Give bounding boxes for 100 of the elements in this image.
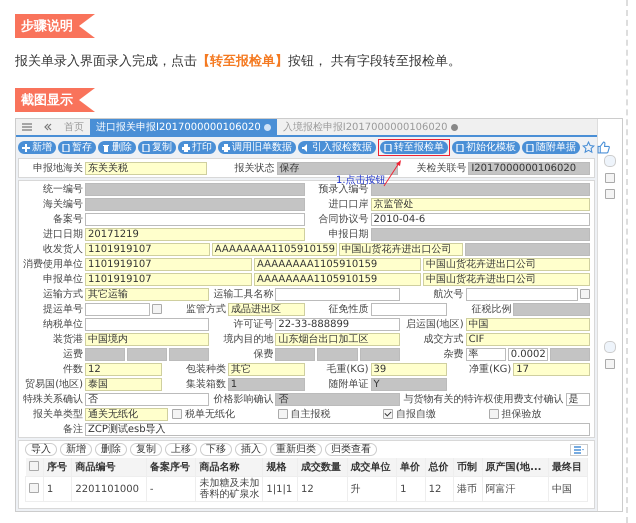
field-label: 装货港 <box>52 332 83 346</box>
column-menu-button[interactable] <box>570 444 588 456</box>
input-field[interactable]: 22-33-888899 <box>275 318 400 330</box>
table-toolbar-button[interactable]: 重新归类 <box>270 443 322 456</box>
checkbox[interactable] <box>488 409 498 419</box>
input-field[interactable] <box>550 348 590 360</box>
field-label: 报关状态 <box>234 162 275 175</box>
menu-icon[interactable] <box>22 123 32 131</box>
trash-icon <box>102 144 110 152</box>
column-header: 币制 <box>454 458 482 476</box>
field-label: 申报地海关 <box>32 162 83 175</box>
input-field[interactable]: 17 <box>513 362 590 376</box>
input-field[interactable]: 1101919107 <box>85 258 252 270</box>
input-field[interactable]: 1101919107 <box>85 242 210 256</box>
table-toolbar-button[interactable]: 删除 <box>95 443 127 456</box>
input-field[interactable]: 20171219 <box>85 228 304 240</box>
field-label: 征免性质 <box>328 302 368 316</box>
input-field[interactable] <box>169 348 210 360</box>
checkbox[interactable] <box>605 189 615 199</box>
input-field[interactable]: I2017000000106020 <box>468 162 590 174</box>
checkbox[interactable] <box>605 173 615 183</box>
checkbox[interactable] <box>605 359 615 369</box>
table-toolbar-button[interactable]: 新增 <box>60 443 92 456</box>
table-toolbar-button[interactable]: 下移 <box>200 443 232 456</box>
field-label: 监管方式 <box>184 302 226 316</box>
input-field[interactable]: 中国山货花卉进出口公司 <box>338 242 464 256</box>
close-icon[interactable] <box>264 124 271 130</box>
column-header: 备案序号 <box>146 458 196 476</box>
input-field[interactable] <box>127 348 168 360</box>
input-field[interactable] <box>85 198 304 210</box>
star-icon[interactable] <box>582 141 595 154</box>
checkbox[interactable] <box>383 409 393 419</box>
input-field[interactable] <box>360 348 400 360</box>
input-field[interactable] <box>85 302 150 316</box>
table-toolbar-button[interactable]: 插入 <box>235 443 267 456</box>
field-label: 贸易国(地区) <box>24 378 83 391</box>
column-header: 单价 <box>396 458 426 476</box>
checkbox[interactable] <box>29 482 39 492</box>
checkbox[interactable] <box>28 460 38 470</box>
field-label: 与货物有关的特许权使用费支付确认 <box>404 392 564 406</box>
input-field[interactable] <box>465 242 590 256</box>
input-field[interactable] <box>85 348 126 360</box>
table-cell: - <box>146 476 196 502</box>
input-field[interactable]: 中国山货花卉进出口公司 <box>423 258 590 270</box>
input-field[interactable] <box>370 228 590 240</box>
checkbox-label: 担保验放 <box>502 408 542 421</box>
table-toolbar-button[interactable]: 上移 <box>165 443 197 456</box>
field-label: 境内目的地 <box>222 332 274 346</box>
input-field[interactable]: AAAAAAAA1105910159 <box>254 272 421 286</box>
table-toolbar-button[interactable]: 导入 <box>25 443 57 456</box>
checkbox[interactable] <box>152 304 162 314</box>
input-field[interactable]: AAAAAAAA1105910159 <box>212 242 336 256</box>
table-cell: 1|1|1 <box>262 476 298 502</box>
input-field[interactable]: 1 <box>228 378 304 390</box>
checkbox[interactable] <box>278 409 288 419</box>
field-label: 特殊关系确认 <box>23 392 83 406</box>
close-icon[interactable] <box>450 124 458 130</box>
input-field[interactable] <box>85 182 304 196</box>
input-field[interactable]: 2010-04-6 <box>370 212 590 226</box>
input-field[interactable] <box>466 288 578 300</box>
input-field[interactable]: 是 <box>566 392 590 406</box>
input-field[interactable]: 否 <box>275 392 400 406</box>
checkbox[interactable] <box>580 289 590 299</box>
input-field[interactable] <box>370 182 590 196</box>
input-field[interactable]: 中国 <box>466 318 590 330</box>
input-field[interactable]: 保存 <box>276 162 398 174</box>
input-field[interactable] <box>275 288 400 300</box>
table-cell: 2201101000 <box>72 476 146 502</box>
input-field[interactable] <box>275 348 316 360</box>
double-chevron-icon[interactable] <box>44 123 52 131</box>
input-field[interactable]: AAAAAAAA1105910159 <box>254 258 421 270</box>
field-label: 集装箱数 <box>184 378 226 391</box>
input-field[interactable] <box>370 302 448 316</box>
input-field[interactable]: 否 <box>85 392 210 406</box>
table-toolbar-button[interactable]: 归类查看 <box>325 443 377 456</box>
input-field[interactable]: Y <box>370 378 448 390</box>
field-label: 关检关联号 <box>415 162 466 175</box>
input-field[interactable]: 0.0002 <box>508 348 548 360</box>
column-header: 成交数量 <box>298 458 348 476</box>
input-field[interactable]: CIF <box>466 332 590 346</box>
table-cell: 1 <box>396 476 426 502</box>
input-field[interactable] <box>513 302 590 316</box>
checkbox[interactable] <box>172 409 182 419</box>
table-cell: 12 <box>298 476 348 502</box>
input-field[interactable]: 39 <box>370 362 448 376</box>
column-header: 商品名称 <box>196 458 263 476</box>
input-field[interactable]: 中国山货花卉进出口公司 <box>423 272 590 286</box>
input-field[interactable]: 12 <box>85 362 162 376</box>
input-field[interactable] <box>317 348 358 360</box>
input-field[interactable] <box>85 318 210 330</box>
input-field[interactable]: 泰国 <box>85 378 162 390</box>
thumbs-up-icon[interactable] <box>597 141 610 154</box>
input-field[interactable]: 1101919107 <box>85 272 252 286</box>
field-label: 申报日期 <box>328 228 368 241</box>
column-header: 成交单位 <box>347 458 397 476</box>
column-header: 序号 <box>43 458 72 476</box>
input-field[interactable] <box>85 212 304 226</box>
table-toolbar-button[interactable]: 复制 <box>130 443 162 456</box>
input-field[interactable]: 成品进出区 <box>228 302 304 316</box>
input-field[interactable]: ZCP测试esb导入 <box>85 422 590 436</box>
